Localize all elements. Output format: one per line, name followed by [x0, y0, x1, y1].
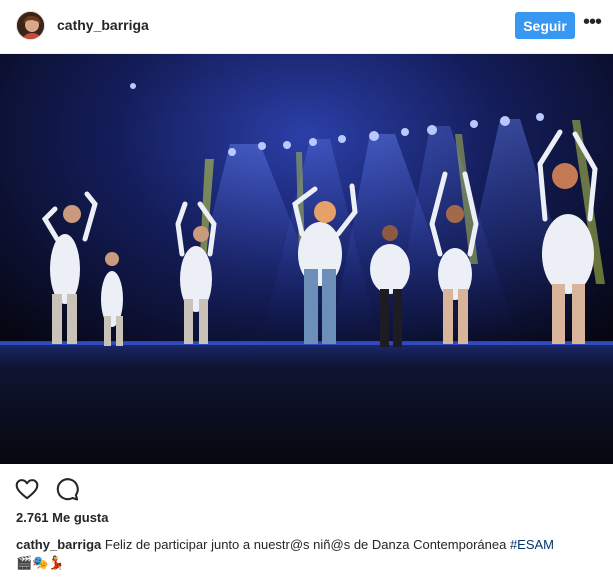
post-caption: cathy_barriga Feliz de participar junto … — [16, 536, 601, 572]
dance-stage-photo — [0, 54, 613, 464]
follow-button[interactable]: Seguir — [515, 12, 575, 39]
caption-username[interactable]: cathy_barriga — [16, 537, 101, 552]
post-username[interactable]: cathy_barriga — [57, 17, 149, 33]
post-header: cathy_barriga Seguir ••• — [0, 0, 613, 54]
comment-bubble-icon[interactable] — [54, 476, 80, 502]
caption-text: Feliz de participar junto a nuestr@s niñ… — [101, 537, 510, 552]
heart-icon[interactable] — [14, 476, 40, 502]
like-count[interactable]: 2.761 Me gusta — [16, 510, 109, 525]
post-actions — [0, 470, 613, 506]
avatar[interactable] — [16, 11, 45, 40]
avatar-photo — [17, 12, 44, 39]
more-dots-icon[interactable]: ••• — [583, 12, 602, 36]
caption-emojis: 🎬🎭💃 — [16, 555, 65, 570]
post-photo[interactable] — [0, 54, 613, 464]
caption-hashtag[interactable]: #ESAM — [510, 537, 554, 552]
